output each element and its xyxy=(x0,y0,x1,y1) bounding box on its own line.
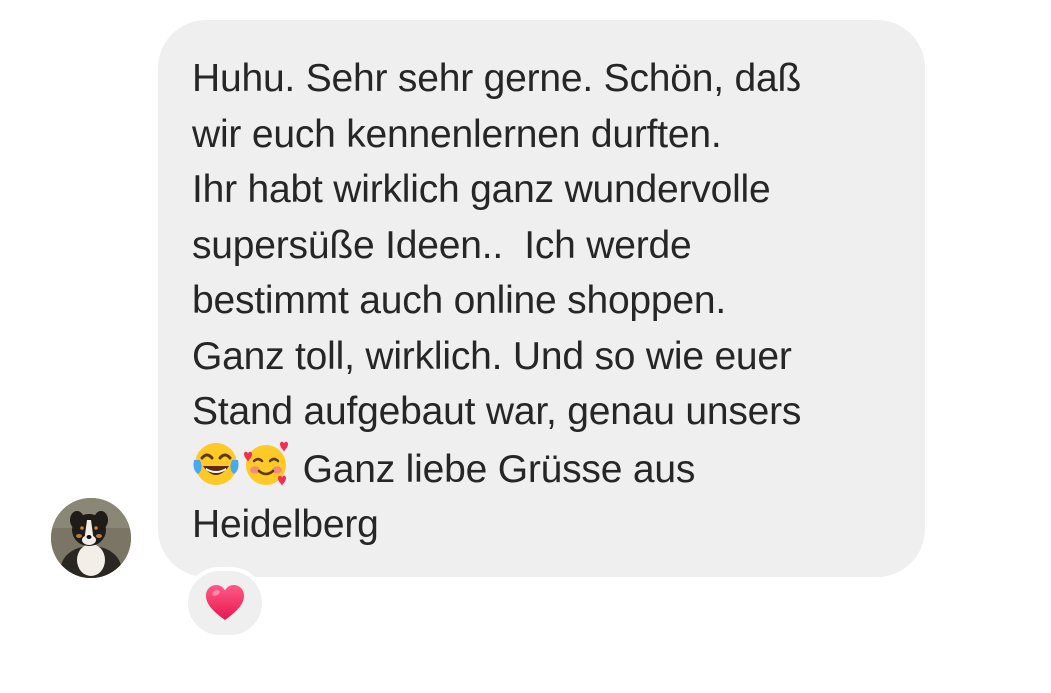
message-line: supersüße Ideen.. Ich werde xyxy=(192,223,692,267)
message-line: Heidelberg xyxy=(192,503,379,546)
message-line: bestimmt auch online shoppen. xyxy=(192,279,727,322)
tears-of-joy-icon xyxy=(193,442,239,485)
smiling-face-with-hearts-icon xyxy=(244,441,288,486)
dog-photo-icon xyxy=(51,498,131,578)
reaction-badge[interactable] xyxy=(184,567,266,639)
message-bubble[interactable]: Huhu. Sehr sehr gerne. Schön, daß wir eu… xyxy=(158,20,925,577)
message-line: Ganz toll, wirklich. Und so wie euer xyxy=(192,334,792,378)
message-line: Stand aufgebaut war, genau unsers xyxy=(192,390,802,433)
message-line: wir euch kennenlernen durften. xyxy=(192,112,722,156)
heart-icon xyxy=(206,585,244,620)
message-line: Huhu. Sehr sehr gerne. Schön, daß xyxy=(192,57,802,100)
avatar[interactable] xyxy=(51,498,131,578)
message-row: Huhu. Sehr sehr gerne. Schön, daß wir eu… xyxy=(0,0,1051,693)
message-line-with-emoji: Ganz liebe Grüsse aus xyxy=(192,440,905,498)
message-line: Ihr habt wirklich ganz wundervolle xyxy=(192,168,771,211)
message-line-text: Ganz liebe Grüsse aus xyxy=(292,447,696,491)
